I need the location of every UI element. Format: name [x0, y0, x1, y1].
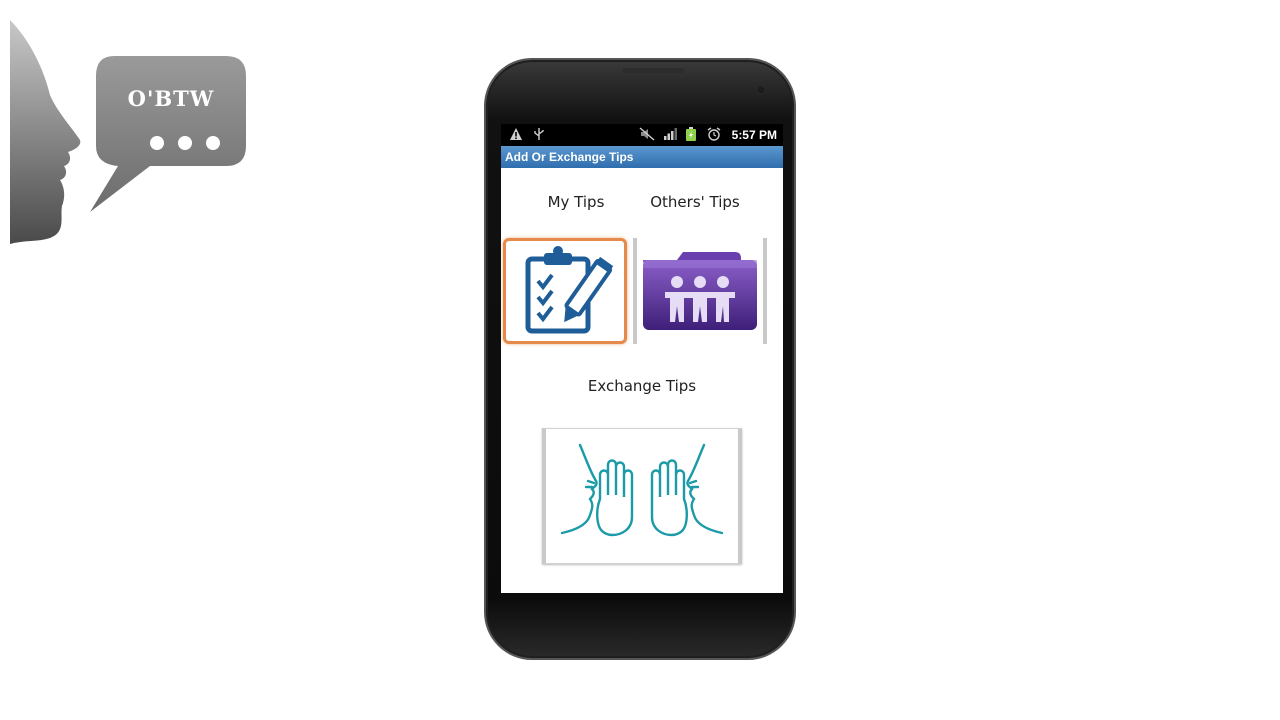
signal-icon: [663, 127, 677, 143]
obtw-logo: O'BTW: [0, 0, 260, 260]
phone-mockup: 5:57 PM Add Or Exchange Tips My Tips Oth…: [476, 56, 802, 664]
alarm-icon: [707, 127, 721, 143]
clipboard-checklist-icon: [525, 246, 614, 334]
status-time: 5:57 PM: [731, 128, 777, 142]
others-tips-label: Others' Tips: [650, 193, 740, 211]
my-tips-button[interactable]: [503, 238, 627, 344]
exchange-tips-button[interactable]: [542, 428, 742, 564]
canvas: O'BTW 5:57 PM Add Or Exchange Tips My Ti…: [0, 0, 1280, 720]
mute-icon: [639, 127, 655, 143]
exchange-tips-label: Exchange Tips: [587, 377, 697, 395]
warning-icon: [509, 127, 523, 143]
battery-icon: [685, 127, 697, 143]
purple-folder-people-icon: [643, 252, 757, 330]
status-bar: 5:57 PM: [501, 124, 783, 146]
front-camera: [756, 85, 766, 95]
speech-bubble-face-logo-icon: [10, 20, 246, 244]
phone-screen: 5:57 PM Add Or Exchange Tips My Tips Oth…: [501, 124, 783, 593]
others-tips-button[interactable]: [633, 238, 767, 344]
my-tips-label: My Tips: [547, 193, 605, 211]
usb-icon: [533, 127, 545, 143]
speaker-grille: [622, 68, 684, 73]
logo-text: O'BTW: [127, 86, 215, 111]
high-five-faces-icon: [560, 443, 724, 537]
app-title-bar: Add Or Exchange Tips: [501, 146, 783, 168]
